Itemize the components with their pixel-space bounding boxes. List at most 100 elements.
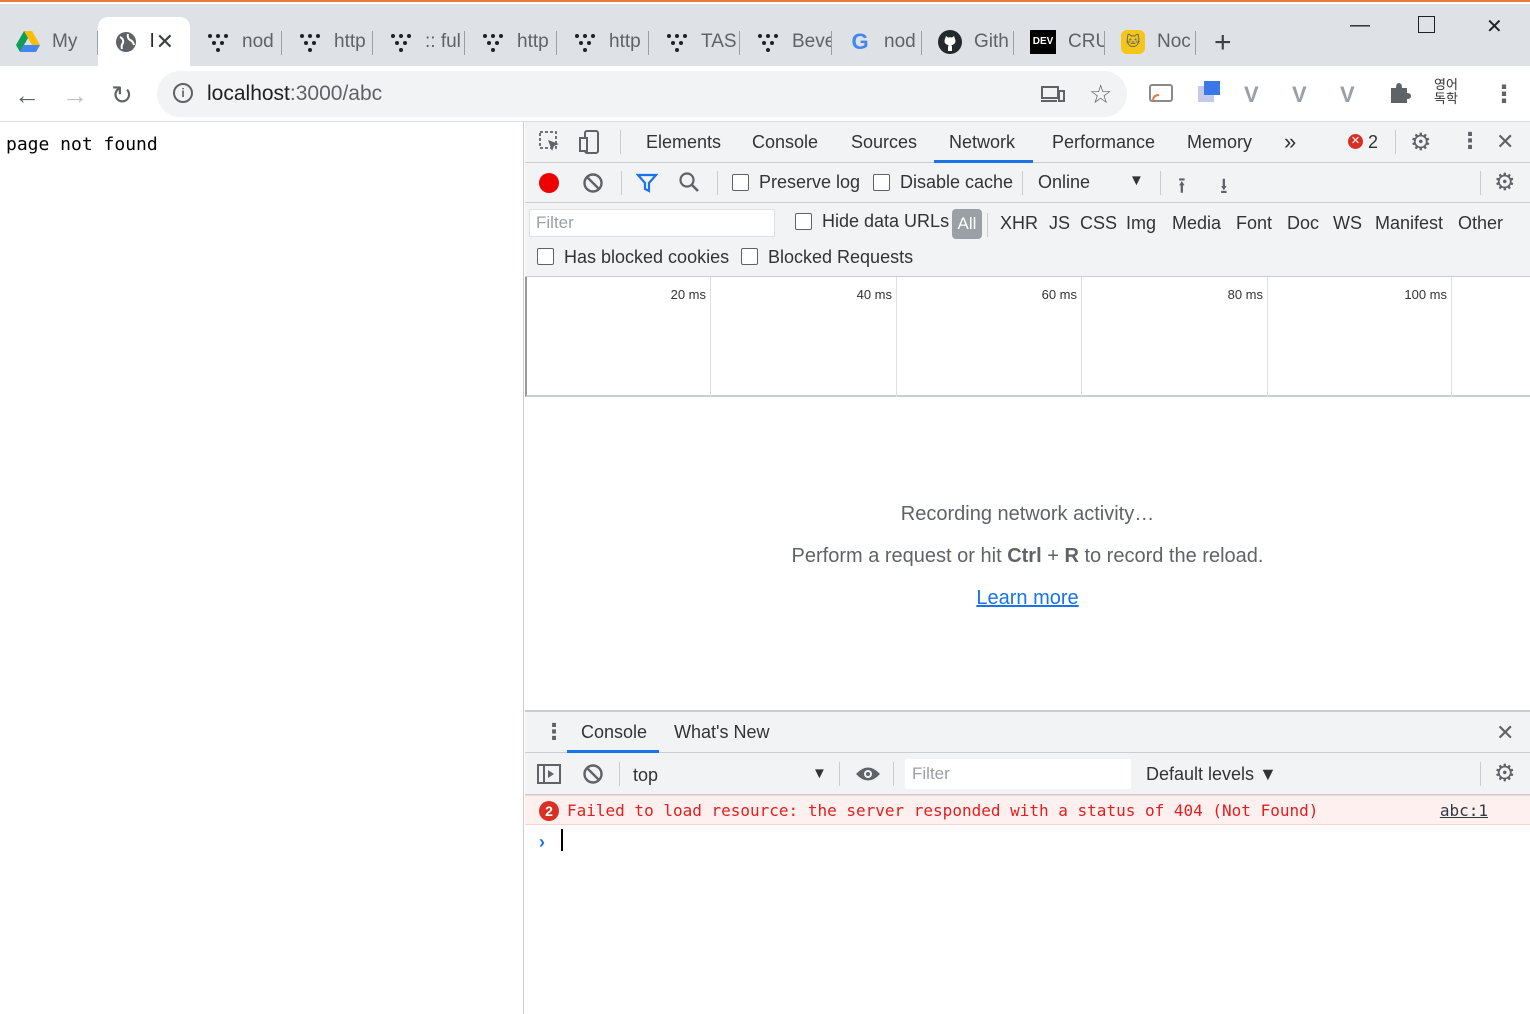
browser-menu-icon[interactable]: ⋮	[1492, 80, 1516, 109]
console-settings-icon[interactable]: ⚙	[1494, 759, 1516, 788]
separator	[987, 213, 988, 237]
github-icon	[938, 29, 962, 54]
error-source-link[interactable]: abc:1	[1440, 801, 1488, 820]
filter-other[interactable]: Other	[1458, 213, 1503, 234]
tab-6[interactable]: http	[465, 17, 557, 66]
tab-8[interactable]: TAS	[649, 17, 740, 66]
cast-device-icon[interactable]	[1041, 83, 1065, 109]
bookmark-star-icon[interactable]: ☆	[1089, 79, 1112, 110]
back-icon[interactable]: ←	[14, 80, 40, 111]
filter-css[interactable]: CSS	[1080, 213, 1117, 234]
devtools-menu-icon[interactable]: ⋮	[1459, 128, 1481, 154]
tab-google-drive[interactable]: My	[0, 17, 98, 66]
log-levels-select[interactable]: Default levels ▼	[1146, 764, 1277, 785]
browser-window: My l ✕ nod http :: ful http http TAS Bev…	[0, 0, 1530, 1014]
filter-img[interactable]: Img	[1126, 213, 1156, 234]
tab-7[interactable]: http	[557, 17, 649, 66]
filter-font[interactable]: Font	[1236, 213, 1272, 234]
drawer-menu-icon[interactable]: ⋮	[543, 719, 565, 745]
tab-5[interactable]: :: ful	[373, 17, 465, 66]
address-bar[interactable]: i localhost:3000/abc ☆	[157, 71, 1127, 117]
console-filter-input[interactable]: Filter	[905, 759, 1131, 789]
page-viewport: page not found	[0, 122, 524, 1014]
tab-3[interactable]: nod	[190, 17, 282, 66]
tab-performance[interactable]: Performance	[1052, 132, 1155, 153]
minimize-icon[interactable]: —	[1350, 14, 1370, 37]
filter-all-button[interactable]: All	[952, 209, 982, 239]
blocked-requests-checkbox[interactable]	[741, 248, 758, 265]
tab-network[interactable]: Network	[949, 132, 1015, 153]
extension-korean-badge[interactable]: 영어 독학	[1434, 78, 1458, 106]
vue-devtools-icon[interactable]: V	[1244, 82, 1259, 108]
console-context-select[interactable]: top	[633, 765, 658, 786]
new-tab-icon[interactable]: +	[1214, 26, 1232, 60]
record-icon[interactable]	[539, 173, 559, 193]
tab-localhost[interactable]: l ✕	[98, 17, 190, 66]
preserve-log-checkbox[interactable]	[732, 174, 749, 191]
network-filter-input[interactable]: Filter	[529, 209, 775, 237]
import-har-icon[interactable]: ⭱	[1178, 169, 1186, 207]
vue-devtools-icon-3[interactable]: V	[1340, 82, 1355, 108]
forward-icon[interactable]: →	[62, 80, 88, 111]
drawer-close-icon[interactable]: ✕	[1496, 720, 1514, 746]
error-count[interactable]: 2	[1368, 132, 1378, 153]
timeline-gridline	[1451, 277, 1452, 397]
console-clear-icon[interactable]	[582, 763, 604, 790]
extension-translate-icon[interactable]	[1196, 80, 1222, 112]
inspect-element-icon[interactable]	[539, 131, 561, 158]
filter-js[interactable]: JS	[1049, 213, 1070, 234]
tab-9[interactable]: Beve	[740, 17, 832, 66]
tab-4[interactable]: http	[282, 17, 373, 66]
error-icon[interactable]: ✕	[1348, 134, 1363, 149]
vue-devtools-icon-2[interactable]: V	[1292, 82, 1307, 108]
filter-xhr[interactable]: XHR	[1000, 213, 1038, 234]
drawer-tab-console[interactable]: Console	[581, 722, 647, 743]
context-dropdown-icon[interactable]: ▼	[812, 765, 827, 782]
window-close-icon[interactable]: ✕	[1486, 14, 1503, 39]
tab-sources[interactable]: Sources	[851, 132, 917, 153]
has-blocked-cookies-checkbox[interactable]	[537, 248, 554, 265]
tab-13[interactable]: 🐱 Noc	[1105, 17, 1196, 66]
extensions-puzzle-icon[interactable]	[1388, 80, 1412, 110]
device-toolbar-icon[interactable]	[578, 130, 602, 159]
disable-cache-checkbox[interactable]	[873, 174, 890, 191]
extension-cast-icon[interactable]	[1148, 82, 1174, 110]
close-tab-icon[interactable]: ✕	[156, 29, 174, 55]
hide-data-urls-checkbox[interactable]	[795, 213, 812, 230]
maximize-icon[interactable]	[1418, 16, 1435, 33]
tab-11[interactable]: Gith	[922, 17, 1014, 66]
filter-manifest[interactable]: Manifest	[1375, 213, 1443, 234]
export-har-icon[interactable]: ⭳	[1220, 169, 1228, 207]
filter-funnel-icon[interactable]	[635, 172, 659, 199]
drawer-tab-whats-new[interactable]: What's New	[674, 722, 769, 743]
tab-console[interactable]: Console	[752, 132, 818, 153]
tab-memory[interactable]: Memory	[1187, 132, 1252, 153]
live-expression-eye-icon[interactable]	[855, 765, 881, 788]
site-info-icon[interactable]: i	[173, 83, 193, 103]
console-error-message[interactable]: 2 Failed to load resource: the server re…	[525, 795, 1530, 825]
more-tabs-icon[interactable]: »	[1284, 129, 1296, 155]
console-input-caret[interactable]	[561, 829, 563, 851]
learn-more-link[interactable]: Learn more	[525, 587, 1530, 610]
url-text[interactable]: localhost:3000/abc	[207, 82, 382, 106]
network-settings-icon[interactable]: ⚙	[1494, 168, 1516, 197]
network-toolbar: Preserve log Disable cache Online ▼ ⭱ ⭳ …	[525, 163, 1530, 203]
reload-icon[interactable]: ↻	[111, 80, 133, 111]
devtools-settings-icon[interactable]: ⚙	[1410, 128, 1432, 157]
search-icon[interactable]	[678, 171, 700, 198]
dots-icon	[481, 30, 505, 54]
tab-10[interactable]: G nod	[832, 17, 922, 66]
filter-media[interactable]: Media	[1172, 213, 1221, 234]
devtools-close-icon[interactable]: ✕	[1496, 129, 1514, 155]
timeline-tick-label: 20 ms	[670, 287, 706, 302]
throttling-dropdown-icon[interactable]: ▼	[1129, 172, 1144, 189]
filter-ws[interactable]: WS	[1333, 213, 1362, 234]
throttling-select[interactable]: Online	[1038, 172, 1090, 193]
tab-12[interactable]: DEV CRU	[1014, 17, 1105, 66]
filter-doc[interactable]: Doc	[1287, 213, 1319, 234]
console-sidebar-icon[interactable]	[537, 763, 561, 790]
tab-separator	[1195, 31, 1196, 55]
clear-icon[interactable]	[582, 172, 604, 199]
network-overview-timeline[interactable]: 20 ms 40 ms 60 ms 80 ms 100 ms	[525, 277, 1530, 397]
tab-elements[interactable]: Elements	[646, 132, 721, 153]
